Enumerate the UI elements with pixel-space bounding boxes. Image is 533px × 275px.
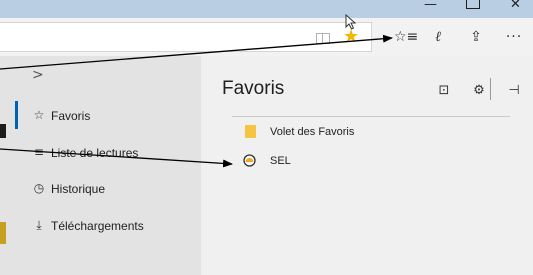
nav-item-favoris[interactable]: ☆ Favoris (0, 100, 201, 130)
download-icon: ⤓ (36, 218, 42, 232)
reading-view-icon[interactable] (316, 33, 330, 44)
nav-item-label: Liste de lectures (51, 146, 139, 160)
settings-icon[interactable]: ⚙ (470, 82, 488, 100)
favorites-title: Favoris (222, 78, 285, 99)
chevron-right-icon[interactable]: > (32, 67, 44, 83)
site-favicon-icon (243, 154, 256, 167)
reading-list-icon: ≡ (33, 145, 45, 159)
history-icon: ◷ (33, 181, 45, 195)
nav-item-historique[interactable]: ◷ Historique (0, 173, 201, 203)
import-favorites-icon[interactable]: ⊡ (435, 82, 453, 100)
divider (490, 78, 491, 100)
toolbar: ★ ☆≡ ℓ ⇪ ··· (0, 18, 533, 56)
share-icon[interactable]: ⇪ (466, 27, 486, 47)
nav-item-liste-de-lectures[interactable]: ≡ Liste de lectures (0, 137, 201, 167)
favorite-label: SEL (270, 155, 291, 167)
title-bar: — ✕ (0, 0, 533, 18)
minimize-button[interactable]: — (424, 0, 438, 14)
nav-item-label: Téléchargements (51, 219, 144, 233)
nav-item-label: Favoris (51, 109, 91, 123)
add-favorite-star-icon[interactable]: ★ (343, 27, 359, 47)
maximize-button[interactable] (466, 0, 480, 9)
nav-item-telechargements[interactable]: ⤓ Téléchargements (0, 210, 201, 240)
hub-favorites-icon[interactable]: ☆≡ (394, 27, 418, 47)
web-notes-icon[interactable]: ℓ (428, 27, 448, 47)
nav-item-label: Historique (51, 182, 106, 196)
favorite-label: Volet des Favoris (270, 126, 355, 138)
browser-window: — ✕ ★ ☆≡ ℓ ⇪ ··· > ☆ Favoris ≡ Liste de … (0, 0, 533, 275)
address-bar[interactable]: ★ (0, 22, 372, 52)
mouse-cursor-icon (345, 14, 357, 30)
pin-icon[interactable]: ⊣ (505, 82, 523, 100)
more-options-icon[interactable]: ··· (504, 27, 524, 47)
star-list-icon: ☆ (33, 108, 45, 122)
folder-icon (245, 125, 256, 138)
divider (232, 116, 510, 117)
close-button[interactable]: ✕ (510, 0, 524, 14)
